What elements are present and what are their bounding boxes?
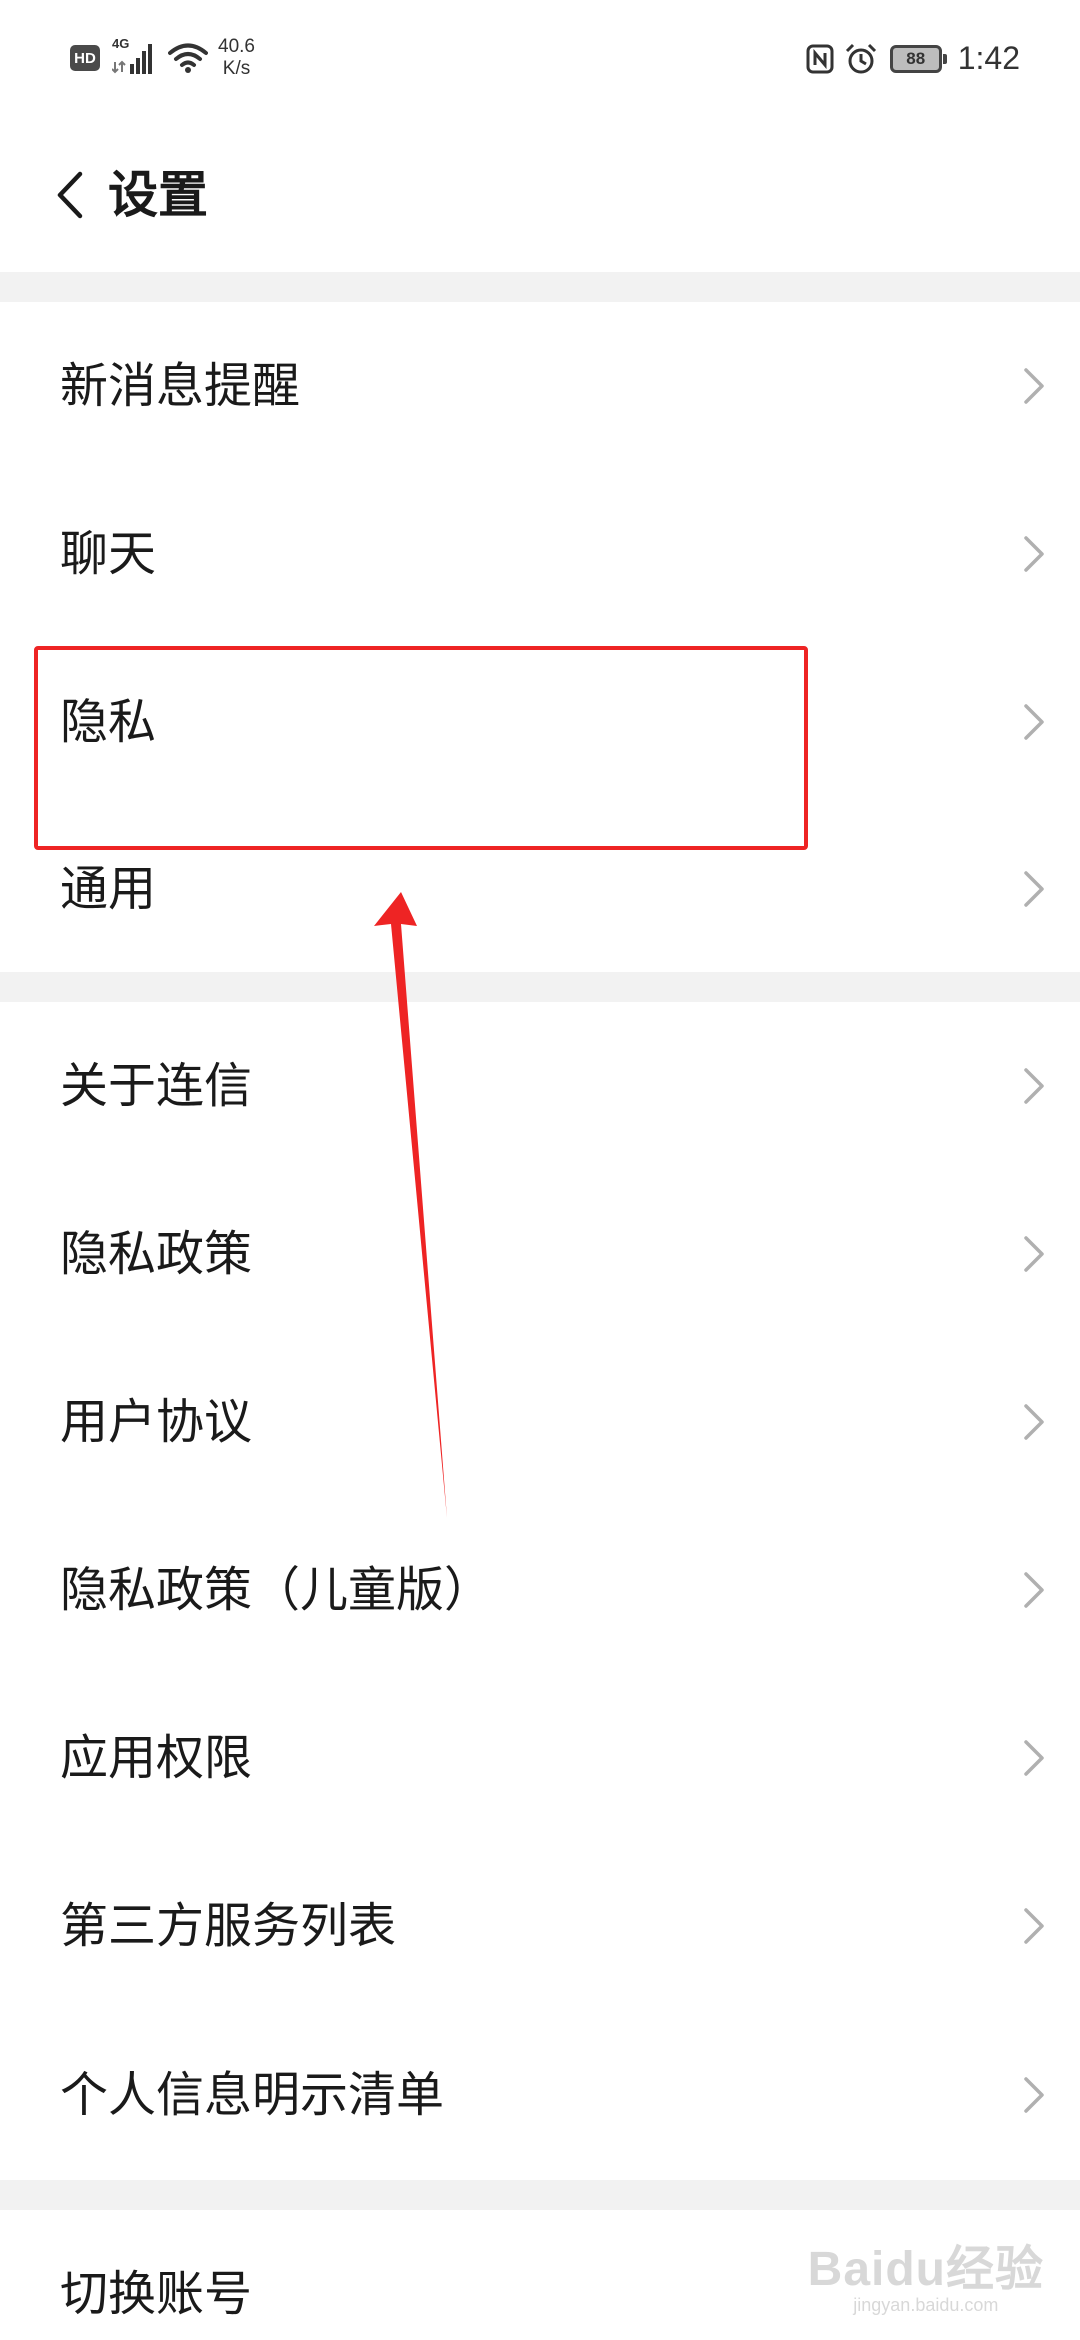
nav-bar: 设置 [0,120,1080,270]
chevron-right-icon [1024,536,1044,572]
chevron-right-icon [1024,2077,1044,2113]
chevron-right-icon [1024,1236,1044,1272]
settings-item-general[interactable]: 通用 [0,806,1080,972]
speed-value: 40.6 [218,36,255,57]
speed-unit: K/s [222,58,251,79]
settings-item-child-privacy-policy[interactable]: 隐私政策（儿童版） [0,1506,1080,1674]
chevron-right-icon [1024,704,1044,740]
section-divider [0,272,1080,302]
settings-item-notifications[interactable]: 新消息提醒 [0,302,1080,470]
item-label: 应用权限 [60,1730,253,1786]
settings-item-third-party-services[interactable]: 第三方服务列表 [0,1842,1080,2010]
item-label: 第三方服务列表 [60,1898,397,1954]
alarm-icon [845,43,876,73]
item-label: 隐私 [60,694,157,750]
status-time: 1:42 [957,40,1020,76]
item-label: 个人信息明示清单 [60,2067,445,2123]
item-label: 新消息提醒 [60,358,301,414]
item-label: 聊天 [60,526,157,582]
signal-icon: 4G [111,36,156,78]
settings-item-chat[interactable]: 聊天 [0,470,1080,638]
item-label: 关于连信 [60,1058,253,1114]
section-divider [0,972,1080,1002]
item-label: 通用 [60,861,157,917]
settings-item-privacy[interactable]: 隐私 [0,638,1080,806]
settings-item-about[interactable]: 关于连信 [0,1002,1080,1170]
chevron-right-icon [1024,1068,1044,1104]
page-title: 设置 [108,166,208,224]
item-label: 用户协议 [60,1394,253,1450]
settings-item-app-permissions[interactable]: 应用权限 [0,1674,1080,1842]
battery-icon: 88 [889,44,947,73]
network-speed: 40.6 K/s [218,36,255,80]
chevron-left-icon [57,171,83,219]
status-right: 88 1:42 [806,40,1020,77]
chevron-right-icon [1024,871,1044,907]
chevron-right-icon [1024,1572,1044,1608]
settings-item-privacy-policy[interactable]: 隐私政策 [0,1170,1080,1338]
settings-item-user-agreement[interactable]: 用户协议 [0,1338,1080,1506]
nfc-icon [806,44,834,73]
wifi-icon [168,43,208,73]
chevron-right-icon [1024,368,1044,404]
item-label: 隐私政策 [60,1226,253,1282]
section-divider [0,2180,1080,2210]
item-label: 切换账号 [60,2266,253,2322]
chevron-right-icon [1024,1404,1044,1440]
back-button[interactable] [40,150,100,240]
chevron-right-icon [1024,1908,1044,1944]
chevron-right-icon [1024,1740,1044,1776]
status-left: HD 4G 40.6 K/s [70,36,255,80]
battery-level: 88 [906,48,926,68]
watermark-main: Baidu经验 [807,2243,1044,2296]
network-type-label: 4G [112,36,130,51]
baidu-watermark: Baidu经验 jingyan.baidu.com [808,2229,1044,2316]
hd-icon: HD [70,45,100,71]
status-bar: HD 4G 40.6 K/s 88 1:42 [0,0,1080,120]
settings-item-personal-info-list[interactable]: 个人信息明示清单 [0,2010,1080,2180]
item-label: 隐私政策（儿童版） [60,1562,493,1618]
